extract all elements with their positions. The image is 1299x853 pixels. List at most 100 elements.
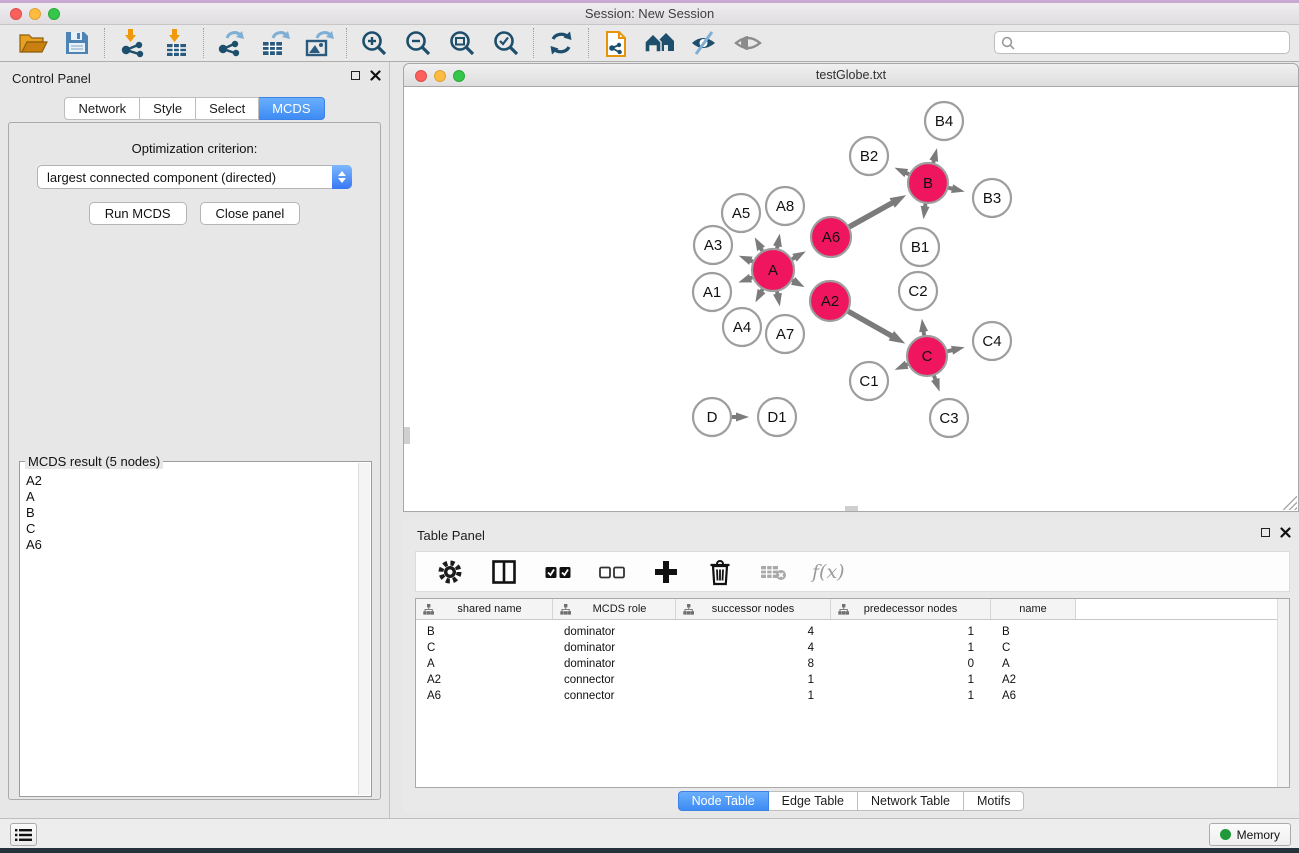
save-icon[interactable]	[61, 27, 93, 59]
result-item[interactable]: B	[26, 505, 358, 521]
maximize-window-button[interactable]	[48, 8, 60, 20]
graph-node-label: A5	[732, 205, 750, 222]
window-controls[interactable]	[10, 8, 60, 20]
graph-node-label: A7	[776, 326, 794, 343]
columns-icon[interactable]	[488, 556, 520, 588]
mcds-result-list[interactable]: A2 A B C A6	[21, 463, 358, 795]
optimization-criterion-label: Optimization criterion:	[9, 141, 380, 156]
tab-network-table[interactable]: Network Table	[858, 791, 964, 811]
minimize-window-button[interactable]	[29, 8, 41, 20]
graph-node-label: A4	[733, 319, 751, 336]
graph-edge-arrowhead	[919, 319, 928, 332]
function-icon[interactable]: f(x)	[812, 561, 845, 583]
table-row[interactable]: A6 connector 1 1 A6	[416, 688, 1289, 704]
column-header-mcds-role[interactable]: MCDS role	[553, 599, 676, 619]
zoom-fit-icon[interactable]	[446, 27, 478, 59]
dropdown-stepper-icon[interactable]	[332, 165, 352, 189]
network-maximize-button[interactable]	[453, 70, 465, 82]
network-file-icon[interactable]	[600, 27, 632, 59]
float-panel-icon[interactable]	[351, 71, 360, 80]
network-graph[interactable]: B4B2BB3A8A5A6A3B1AA1C2A2A4A7C4CC1C3DD1	[404, 87, 1298, 510]
result-item[interactable]: A6	[26, 537, 358, 553]
close-panel-icon[interactable]	[370, 70, 381, 81]
memory-label: Memory	[1237, 828, 1280, 842]
task-list-button[interactable]	[10, 823, 37, 846]
shared-column-icon	[838, 604, 849, 615]
zoom-out-icon[interactable]	[402, 27, 434, 59]
network-canvas[interactable]: B4B2BB3A8A5A6A3B1AA1C2A2A4A7C4CC1C3DD1	[403, 87, 1299, 512]
export-table-icon[interactable]	[259, 27, 291, 59]
mcds-result-box: MCDS result (5 nodes) A2 A B C A6	[19, 461, 372, 797]
import-table-icon[interactable]	[160, 27, 192, 59]
graph-node-label: A6	[822, 229, 840, 246]
graph-node-label: C2	[908, 283, 927, 300]
mcds-panel-body: Optimization criterion: largest connecte…	[8, 122, 381, 800]
close-table-panel-icon[interactable]	[1280, 527, 1291, 538]
unchecked-pair-icon[interactable]	[596, 556, 628, 588]
table-scrollbar[interactable]	[1277, 599, 1289, 787]
result-item[interactable]: A	[26, 489, 358, 505]
search-input[interactable]	[1020, 36, 1283, 50]
open-folder-icon[interactable]	[17, 27, 49, 59]
float-table-panel-icon[interactable]	[1261, 528, 1270, 537]
zoom-in-icon[interactable]	[358, 27, 390, 59]
export-image-icon[interactable]	[303, 27, 335, 59]
graph-edge-arrowhead	[738, 274, 752, 283]
network-minimize-button[interactable]	[434, 70, 446, 82]
column-header-name[interactable]: name	[991, 599, 1076, 619]
table-row[interactable]: A dominator 8 0 A	[416, 656, 1289, 672]
gear-icon[interactable]	[434, 556, 466, 588]
desktop-strip-bottom	[0, 848, 1299, 853]
import-network-icon[interactable]	[116, 27, 148, 59]
resize-grip[interactable]	[1283, 496, 1297, 510]
search-field[interactable]	[994, 31, 1290, 54]
tab-motifs[interactable]: Motifs	[964, 791, 1024, 811]
tab-edge-table[interactable]: Edge Table	[769, 791, 858, 811]
tab-select[interactable]: Select	[196, 97, 259, 120]
eye-icon[interactable]	[732, 27, 764, 59]
table-row[interactable]: C dominator 4 1 C	[416, 640, 1289, 656]
tab-style[interactable]: Style	[140, 97, 196, 120]
hide-eye-icon[interactable]	[688, 27, 720, 59]
run-mcds-button[interactable]: Run MCDS	[89, 202, 187, 225]
node-table[interactable]: shared name MCDS role successor nodes pr…	[415, 598, 1290, 788]
network-close-button[interactable]	[415, 70, 427, 82]
graph-node-label: C1	[859, 373, 878, 390]
graph-edge-arrowhead	[739, 256, 753, 265]
tab-mcds[interactable]: MCDS	[259, 97, 324, 120]
graph-node-label: C3	[939, 410, 958, 427]
list-icon	[15, 828, 32, 842]
graph-edge[interactable]	[849, 312, 894, 337]
export-network-icon[interactable]	[215, 27, 247, 59]
graph-node-label: A3	[704, 237, 722, 254]
close-window-button[interactable]	[10, 8, 22, 20]
column-header-successor-nodes[interactable]: successor nodes	[676, 599, 831, 619]
memory-button[interactable]: Memory	[1209, 823, 1291, 846]
close-panel-button[interactable]: Close panel	[200, 202, 301, 225]
plus-icon[interactable]	[650, 556, 682, 588]
home-icon[interactable]	[644, 27, 676, 59]
horizontal-scroll-thumb[interactable]	[845, 506, 858, 511]
zoom-selected-icon[interactable]	[490, 27, 522, 59]
delete-table-icon[interactable]	[758, 556, 790, 588]
result-scrollbar[interactable]	[358, 463, 370, 795]
network-window-titlebar[interactable]: testGlobe.txt	[403, 63, 1299, 87]
vertical-scroll-thumb[interactable]	[404, 427, 410, 444]
column-header-shared-name[interactable]: shared name	[416, 599, 553, 619]
control-panel-tabs: Network Style Select MCDS	[0, 97, 389, 120]
result-item[interactable]: A2	[26, 473, 358, 489]
table-tabs: Node Table Edge Table Network Table Moti…	[403, 791, 1299, 811]
tab-network[interactable]: Network	[64, 97, 140, 120]
graph-edge-arrowhead	[755, 289, 765, 303]
criterion-dropdown[interactable]: largest connected component (directed)	[37, 165, 352, 189]
table-row[interactable]: B dominator 4 1 B	[416, 624, 1289, 640]
graph-edge[interactable]	[850, 201, 895, 226]
column-header-predecessor-nodes[interactable]: predecessor nodes	[831, 599, 991, 619]
refresh-icon[interactable]	[545, 27, 577, 59]
table-row[interactable]: A2 connector 1 1 A2	[416, 672, 1289, 688]
tab-node-table[interactable]: Node Table	[678, 791, 769, 811]
trash-icon[interactable]	[704, 556, 736, 588]
checked-pair-icon[interactable]	[542, 556, 574, 588]
graph-edge-arrowhead	[773, 293, 782, 307]
result-item[interactable]: C	[26, 521, 358, 537]
